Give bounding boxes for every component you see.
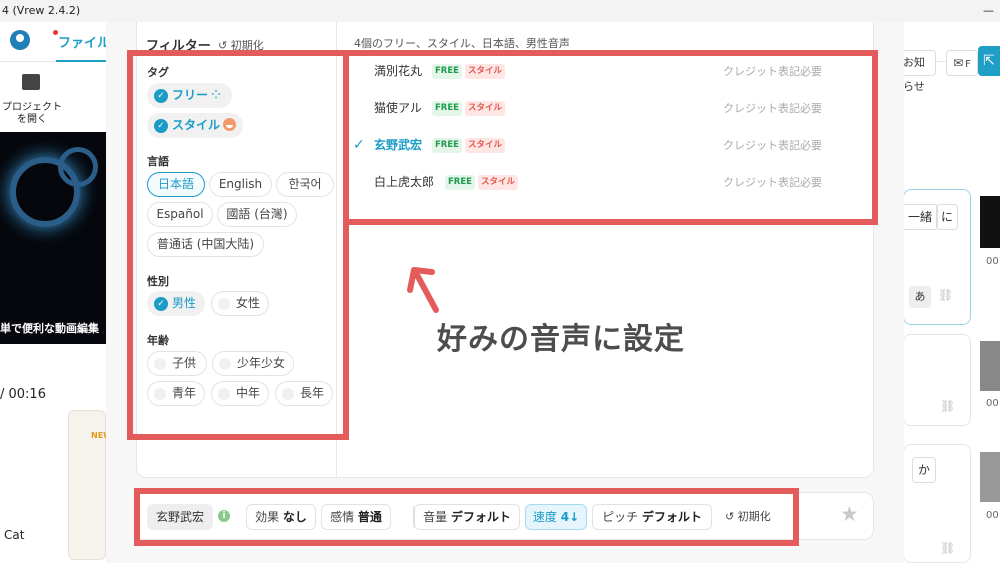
clapperboard-icon <box>22 74 40 90</box>
results-summary: 4個のフリー、スタイル、日本語、男性音声 <box>354 37 570 50</box>
mail-button-label: F <box>965 59 971 70</box>
share-icon[interactable]: ⇱ <box>978 46 1000 76</box>
unlink-icon[interactable]: ⛓ <box>938 288 953 302</box>
timecode: / 00:16 <box>0 387 46 402</box>
user-avatar-icon[interactable] <box>10 30 30 50</box>
subtitle-clip-card[interactable]: 一緒 に あ ⛓ <box>902 189 971 325</box>
ni-button[interactable]: に <box>936 204 958 230</box>
clip-thumbnail-3 <box>980 452 1000 502</box>
subtitle-clip-card-3[interactable]: か ⛓ <box>903 444 971 563</box>
clip-thumbnail <box>980 196 1000 248</box>
together-button[interactable]: 一緒 <box>902 204 938 230</box>
notification-dot-icon <box>53 30 58 35</box>
minimize-button[interactable]: — <box>983 0 994 22</box>
cat-label: Cat <box>4 528 25 542</box>
window-title: 4 (Vrew 2.4.2) <box>2 4 81 17</box>
annotation-arrow-icon <box>407 267 439 313</box>
link-icon[interactable]: ⛓ <box>940 399 955 413</box>
highlight-box-filters <box>127 50 349 440</box>
link-icon-2[interactable]: ⛓ <box>940 541 955 555</box>
open-project-button[interactable]: プロジェクトを開く <box>0 102 64 126</box>
highlight-box-settings-bar <box>134 488 799 546</box>
clip-time: 00 <box>986 256 999 267</box>
film-reel-small-icon <box>58 147 98 187</box>
window-titlebar: 4 (Vrew 2.4.2) — <box>0 0 1000 22</box>
text-a-button[interactable]: あ <box>909 286 931 308</box>
tab-file-label: ファイル <box>58 36 111 51</box>
clip-time-2: 00 <box>986 398 999 409</box>
tab-file[interactable]: ファイル <box>53 30 111 51</box>
new-feature-card[interactable]: NEW <box>68 410 112 560</box>
clip-time-3: 00 <box>986 510 999 521</box>
mail-button[interactable]: ✉ F <box>946 50 978 76</box>
annotation-text: 好みの音声に設定 <box>437 322 685 357</box>
clip-thumbnail-2 <box>980 341 1000 391</box>
video-caption: 単で便利な動画編集 <box>0 322 99 335</box>
favorite-star-icon[interactable]: ★ <box>840 502 859 526</box>
kana-button[interactable]: か <box>912 457 936 483</box>
video-preview[interactable]: 単で便利な動画編集 <box>0 132 106 344</box>
subtitle-clip-card-2[interactable]: ⛓ <box>903 334 971 426</box>
toolbar: プロジェクトを開く <box>0 62 120 132</box>
mail-icon: ✉ <box>953 56 964 70</box>
highlight-box-voice-list <box>343 50 878 225</box>
